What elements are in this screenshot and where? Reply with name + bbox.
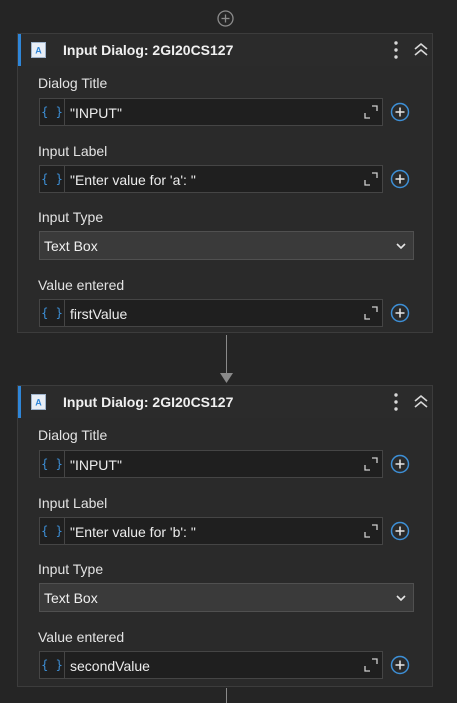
flow-connector bbox=[226, 335, 227, 375]
more-options-icon[interactable] bbox=[389, 39, 403, 61]
input-type-select[interactable]: Text Box bbox=[39, 583, 414, 612]
expression-braces-icon[interactable]: { } bbox=[40, 451, 65, 477]
input-dialog-activity[interactable]: A Input Dialog: 2GI20CS127 Dialog Title … bbox=[17, 385, 433, 687]
expand-editor-icon[interactable] bbox=[364, 457, 378, 471]
value-entered-label: Value entered bbox=[38, 629, 125, 645]
expand-editor-icon[interactable] bbox=[364, 306, 378, 320]
arrow-down-icon bbox=[220, 373, 233, 383]
chevron-down-icon bbox=[396, 243, 406, 250]
dialog-title-input[interactable]: { } "INPUT" bbox=[39, 98, 383, 126]
value-entered-label: Value entered bbox=[38, 277, 125, 293]
input-label-value: "Enter value for 'b': " bbox=[70, 524, 196, 540]
activity-title: Input Dialog: 2GI20CS127 bbox=[63, 394, 234, 410]
input-label-input[interactable]: { } "Enter value for 'a': " bbox=[39, 165, 383, 193]
input-type-select[interactable]: Text Box bbox=[39, 231, 414, 260]
expression-braces-icon[interactable]: { } bbox=[40, 300, 65, 326]
add-variable-icon[interactable] bbox=[390, 169, 410, 189]
value-entered-input[interactable]: { } firstValue bbox=[39, 299, 383, 327]
add-variable-icon[interactable] bbox=[390, 521, 410, 541]
collapse-icon[interactable] bbox=[412, 392, 430, 412]
svg-text:A: A bbox=[35, 398, 42, 408]
expression-braces-icon[interactable]: { } bbox=[40, 652, 65, 678]
expand-editor-icon[interactable] bbox=[364, 172, 378, 186]
add-variable-icon[interactable] bbox=[390, 303, 410, 323]
value-entered-value: firstValue bbox=[70, 306, 128, 322]
value-entered-input[interactable]: { } secondValue bbox=[39, 651, 383, 679]
dialog-title-input[interactable]: { } "INPUT" bbox=[39, 450, 383, 478]
input-type-label: Input Type bbox=[38, 561, 104, 577]
collapse-icon[interactable] bbox=[412, 40, 430, 60]
more-options-icon[interactable] bbox=[389, 391, 403, 413]
add-activity-icon[interactable] bbox=[217, 10, 234, 27]
activity-header[interactable]: A Input Dialog: 2GI20CS127 bbox=[18, 386, 432, 418]
input-dialog-icon: A bbox=[31, 42, 46, 58]
flow-connector bbox=[226, 688, 227, 703]
expression-braces-icon[interactable]: { } bbox=[40, 518, 65, 544]
dialog-title-label: Dialog Title bbox=[38, 427, 108, 443]
input-label-label: Input Label bbox=[38, 495, 108, 511]
dialog-title-label: Dialog Title bbox=[38, 75, 108, 91]
expand-editor-icon[interactable] bbox=[364, 524, 378, 538]
dialog-title-value: "INPUT" bbox=[70, 105, 122, 121]
workflow-canvas: A Input Dialog: 2GI20CS127 Dialog Title … bbox=[0, 0, 457, 703]
svg-text:A: A bbox=[35, 46, 42, 56]
add-variable-icon[interactable] bbox=[390, 102, 410, 122]
value-entered-value: secondValue bbox=[70, 658, 150, 674]
activity-title: Input Dialog: 2GI20CS127 bbox=[63, 42, 234, 58]
activity-header[interactable]: A Input Dialog: 2GI20CS127 bbox=[18, 34, 432, 66]
input-type-label: Input Type bbox=[38, 209, 104, 225]
expression-braces-icon[interactable]: { } bbox=[40, 99, 65, 125]
expression-braces-icon[interactable]: { } bbox=[40, 166, 65, 192]
input-dialog-activity[interactable]: A Input Dialog: 2GI20CS127 Dialog Title … bbox=[17, 33, 433, 333]
dialog-title-value: "INPUT" bbox=[70, 457, 122, 473]
input-type-value: Text Box bbox=[44, 238, 98, 254]
input-label-label: Input Label bbox=[38, 143, 108, 159]
expand-editor-icon[interactable] bbox=[364, 658, 378, 672]
add-variable-icon[interactable] bbox=[390, 454, 410, 474]
add-variable-icon[interactable] bbox=[390, 655, 410, 675]
input-dialog-icon: A bbox=[31, 394, 46, 410]
input-label-value: "Enter value for 'a': " bbox=[70, 172, 196, 188]
chevron-down-icon bbox=[396, 595, 406, 602]
input-label-input[interactable]: { } "Enter value for 'b': " bbox=[39, 517, 383, 545]
input-type-value: Text Box bbox=[44, 590, 98, 606]
expand-editor-icon[interactable] bbox=[364, 105, 378, 119]
